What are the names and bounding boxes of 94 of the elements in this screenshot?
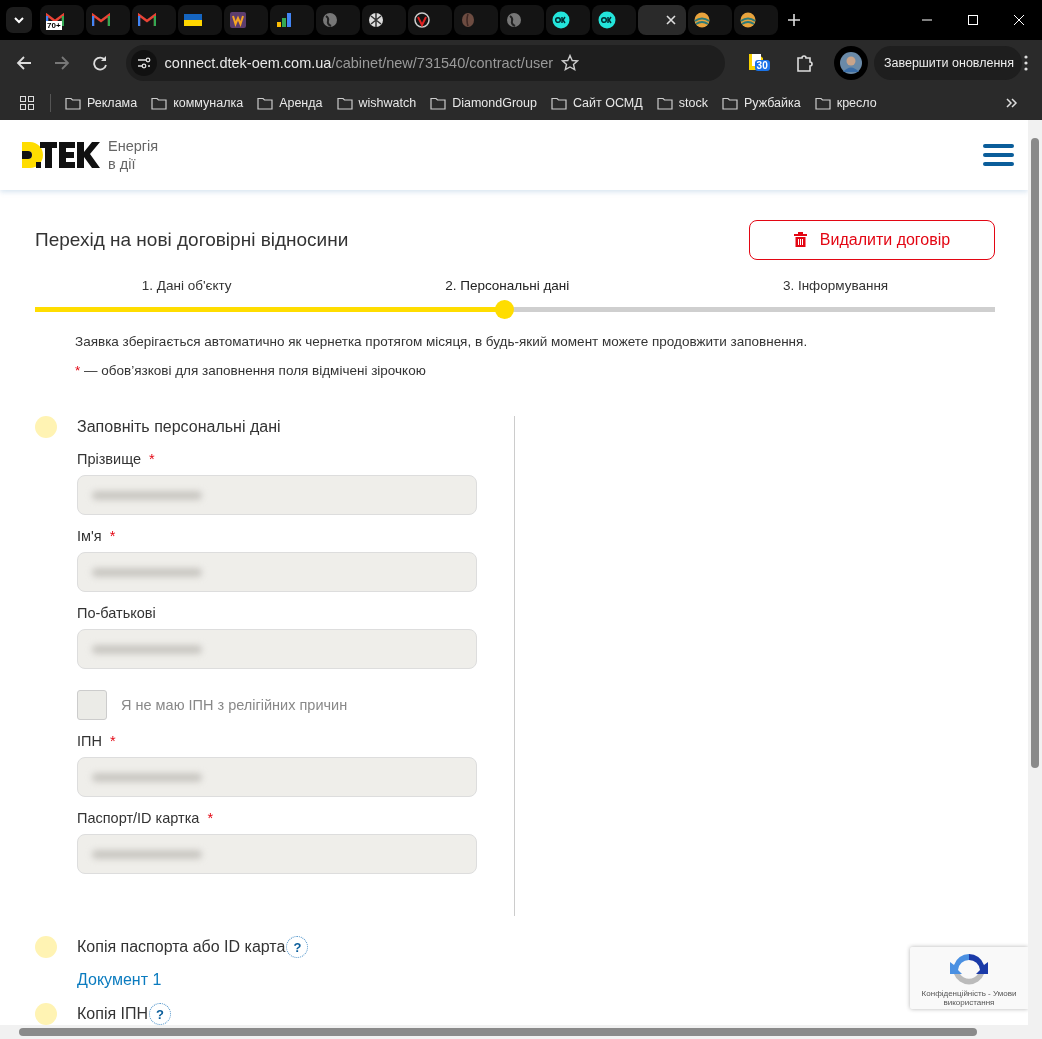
- mail-icon: [92, 13, 110, 27]
- chat-icon: [552, 11, 570, 29]
- browser-tab[interactable]: [362, 5, 406, 35]
- tagline: Енергія: [108, 137, 159, 155]
- browser-tab[interactable]: [734, 5, 778, 35]
- browser-tab[interactable]: [592, 5, 636, 35]
- bookmark[interactable]: stock: [656, 96, 708, 110]
- forward-icon[interactable]: [53, 55, 70, 71]
- field-label: Прізвище *: [77, 451, 156, 467]
- section-title: Копія паспорта або ID карта: [77, 938, 286, 956]
- step-label: 2. Персональні дані: [444, 278, 571, 293]
- tagline: в дії: [108, 155, 137, 173]
- field-label: По-батькові: [77, 605, 157, 621]
- folder-icon: [65, 96, 81, 110]
- update-button[interactable]: Завершити оновлення: [873, 46, 1022, 80]
- required-note: * — обов’язкові для заповнення поля відмічені зірочкою: [75, 363, 427, 378]
- folder-icon: [151, 96, 168, 110]
- trash-icon: [793, 232, 807, 248]
- square-icon: [230, 12, 246, 28]
- section-title: Копія ІПН: [77, 1005, 149, 1023]
- field-label: Паспорт/ID картка *: [77, 810, 215, 826]
- bean-icon: [460, 12, 476, 28]
- reload-icon[interactable]: [91, 55, 108, 71]
- bookmark[interactable]: кресло: [814, 96, 877, 110]
- browser-tab[interactable]: [224, 5, 268, 35]
- checkbox-label: Я не маю ІПН з релігійних причин: [121, 697, 348, 713]
- browser-tab[interactable]: [408, 5, 452, 35]
- input-field[interactable]: [77, 629, 477, 669]
- folder-icon: [656, 96, 673, 110]
- flag-icon: [184, 14, 202, 26]
- settings-icon[interactable]: [130, 50, 157, 76]
- menu-icon[interactable]: [983, 144, 1014, 166]
- bookmark[interactable]: wishwatch: [336, 96, 417, 110]
- more-icon[interactable]: [1024, 55, 1028, 71]
- step-dot: [35, 936, 57, 958]
- folder-icon: [721, 96, 738, 110]
- url-text: connect.dtek-oem.com.ua/cabinet/new/731540/contract/user: [164, 55, 554, 71]
- chart-icon: [276, 12, 292, 28]
- browser-tab[interactable]: [546, 5, 590, 35]
- globe-icon: [322, 12, 338, 28]
- field-label: Ім'я *: [77, 528, 117, 544]
- field-label: ІПН *: [77, 733, 117, 749]
- browser-tab[interactable]: 70+: [40, 5, 84, 35]
- page-title: Перехід на нові договірні відносини: [35, 229, 349, 251]
- bookmark[interactable]: Ружбайка: [721, 96, 801, 110]
- tab-search-button[interactable]: [6, 7, 32, 33]
- star-icon[interactable]: [561, 54, 580, 72]
- ball-icon: [368, 12, 384, 28]
- folder-icon: [550, 96, 567, 110]
- folder-icon: [814, 96, 831, 110]
- sphere-icon: [740, 12, 756, 28]
- apps-icon[interactable]: [20, 96, 34, 110]
- step-label: 1. Дані об'єкту: [140, 278, 233, 293]
- input-field[interactable]: [77, 552, 477, 592]
- close-icon[interactable]: [666, 15, 676, 25]
- address-bar[interactable]: connect.dtek-oem.com.ua/cabinet/new/731540/contract/user: [125, 45, 725, 81]
- progress-knob: [495, 300, 515, 319]
- step-label: 3. Інформування: [781, 278, 890, 293]
- input-field[interactable]: [77, 757, 477, 797]
- bookmark[interactable]: Реклама: [65, 96, 138, 110]
- browser-tab[interactable]: [270, 5, 314, 35]
- avatar-icon[interactable]: [840, 52, 863, 74]
- chevron-icon: [13, 16, 25, 24]
- browser-tab[interactable]: [638, 5, 686, 35]
- back-icon[interactable]: [16, 55, 32, 71]
- target-icon: [414, 12, 430, 28]
- bookmark[interactable]: DiamondGroup: [430, 96, 537, 110]
- bookmark[interactable]: коммуналка: [151, 96, 244, 110]
- input-field[interactable]: [77, 834, 477, 874]
- folder-icon: [257, 96, 274, 110]
- logo-icon: [22, 142, 100, 168]
- step-dot: [35, 416, 57, 438]
- recaptcha-text: Конфіденційність - Умови використання: [920, 989, 1018, 1007]
- chevron-icon[interactable]: [1006, 98, 1018, 108]
- chat-icon: [598, 11, 616, 29]
- document-link[interactable]: Документ 1: [77, 971, 162, 989]
- browser-tab[interactable]: [178, 5, 222, 35]
- puzzle-icon[interactable]: [796, 54, 815, 72]
- mail-icon: [138, 13, 156, 27]
- folder-icon: [430, 96, 447, 110]
- info-text: Заявка зберігається автоматично як чернетка протягом місяця, в будь-який момент можете продовжити заповнення.: [75, 334, 809, 349]
- delete-button[interactable]: Видалити договір: [749, 220, 995, 260]
- vertical-scrollbar[interactable]: [1028, 120, 1042, 1025]
- section-title: Заповніть персональні дані: [77, 418, 281, 436]
- input-field[interactable]: [77, 475, 477, 515]
- bookmark[interactable]: Аренда: [257, 96, 323, 110]
- browser-tab[interactable]: [688, 5, 732, 35]
- step-dot: [35, 1003, 57, 1025]
- horizontal-scrollbar[interactable]: [0, 1025, 1042, 1039]
- bookmark[interactable]: Сайт ОСМД: [550, 96, 643, 110]
- folder-icon: [336, 96, 353, 110]
- sphere-icon: [694, 12, 710, 28]
- new-tab-icon[interactable]: [788, 14, 800, 26]
- globe-icon: [506, 12, 522, 28]
